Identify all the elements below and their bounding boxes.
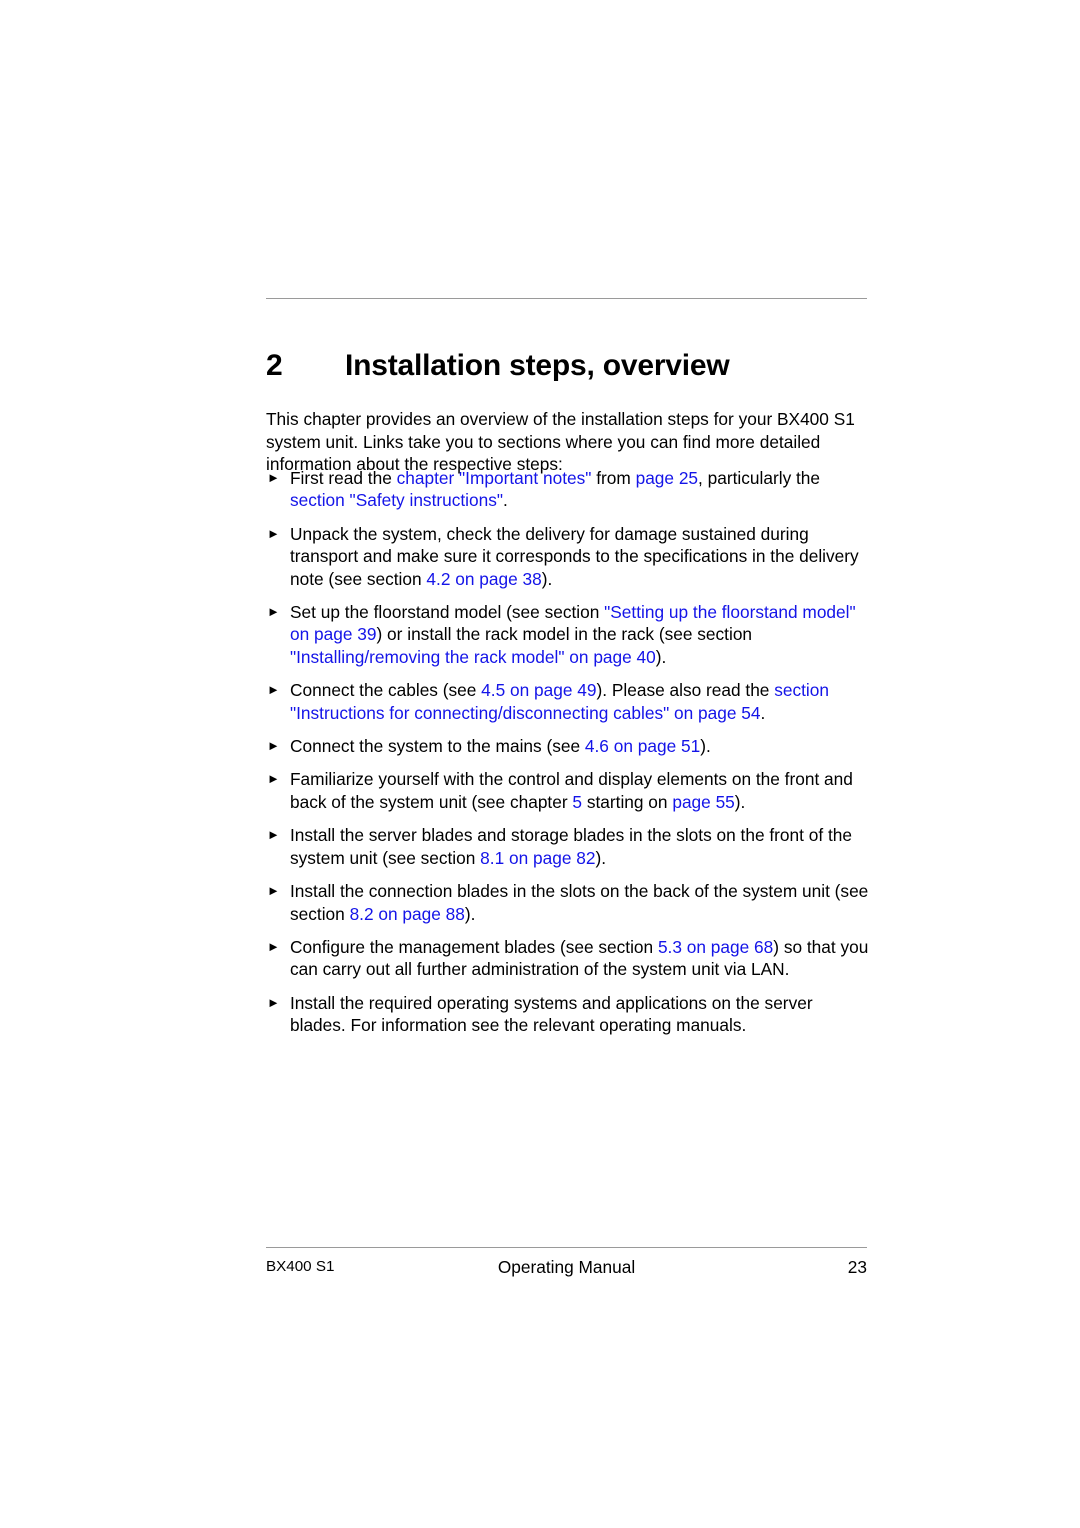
bullet-triangle-icon: ► <box>267 938 280 954</box>
list-item: ► Install the required operating systems … <box>266 992 871 1037</box>
step-text-run: starting on <box>582 791 673 812</box>
step-text-run: , particularly the <box>698 468 821 488</box>
cross-reference-link[interactable]: 4.6 on page 51 <box>585 736 700 756</box>
bullet-triangle-icon: ► <box>267 525 280 541</box>
step-setup-floorstand-or-rack: Set up the floorstand model (see section… <box>290 601 871 668</box>
step-unpack-system: Unpack the system, check the delivery fo… <box>290 523 871 590</box>
step-text-run: Configure the management blades (see sec… <box>290 936 658 957</box>
bullet-triangle-icon: ► <box>267 827 280 843</box>
step-text-run: ). <box>464 903 476 924</box>
step-text-run: . <box>503 490 508 511</box>
step-text-run: Install the required operating systems a… <box>290 992 813 1036</box>
list-item: ► Configure the management blades (see se… <box>266 936 871 981</box>
step-text-run: from <box>591 468 636 488</box>
cross-reference-link[interactable]: 5.3 on page 68 <box>658 937 773 957</box>
step-text-run: Connect the cables (see <box>290 680 482 701</box>
step-text-run: ). <box>541 568 553 589</box>
step-connect-mains: Connect the system to the mains (see 4.6… <box>290 735 871 757</box>
list-item: ► Unpack the system, check the delivery f… <box>266 523 871 590</box>
installation-steps-list: ► First read the chapter "Important notes… <box>266 467 871 1037</box>
bullet-triangle-icon: ► <box>267 470 280 485</box>
cross-reference-link[interactable]: 4.2 on page 38 <box>426 569 541 589</box>
step-install-server-storage-blades: Install the server blades and storage bl… <box>290 824 871 869</box>
footer-document-title: Operating Manual <box>497 1257 636 1277</box>
list-item: ► Set up the floorstand model (see sectio… <box>266 601 871 668</box>
cross-reference-link[interactable]: page 55 <box>672 792 734 812</box>
step-text-run: Unpack the system, check the delivery fo… <box>290 523 859 589</box>
step-important-notes: First read the chapter "Important notes"… <box>290 467 871 512</box>
cross-reference-link[interactable]: 8.2 on page 88 <box>350 904 465 924</box>
bullet-triangle-icon: ► <box>267 682 280 698</box>
bullet-triangle-icon: ► <box>267 994 280 1010</box>
step-text-run: ). Please also read the <box>596 680 775 701</box>
bullet-triangle-icon: ► <box>267 771 280 787</box>
step-text-run: ). <box>595 847 607 868</box>
step-text-run: ). <box>734 791 746 812</box>
cross-reference-link[interactable]: 4.5 on page 49 <box>481 680 596 700</box>
step-text-run: ) or install the rack model in the rack … <box>376 624 753 645</box>
document-page: 2 Installation steps, overview This chapt… <box>0 0 1080 1528</box>
cross-reference-link[interactable]: section "Safety instructions" <box>290 490 503 510</box>
page-title: 2 Installation steps, overview <box>266 348 867 384</box>
step-text-run: ). <box>700 736 711 757</box>
cross-reference-link[interactable]: chapter "Important notes" <box>397 468 592 488</box>
bullet-triangle-icon: ► <box>267 604 280 620</box>
step-configure-management-blades: Configure the management blades (see sec… <box>290 936 871 981</box>
bullet-triangle-icon: ► <box>267 883 280 899</box>
header-rule <box>266 298 867 299</box>
chapter-title: Installation steps, overview <box>345 349 730 383</box>
step-install-connection-blades: Install the connection blades in the slo… <box>290 880 871 925</box>
cross-reference-link[interactable]: page 25 <box>636 468 698 488</box>
step-familiarize-controls: Familiarize yourself with the control an… <box>290 768 871 813</box>
step-install-operating-systems: Install the required operating systems a… <box>290 992 871 1037</box>
step-connect-cables: Connect the cables (see 4.5 on page 49).… <box>290 679 871 724</box>
list-item: ► Connect the system to the mains (see 4.… <box>266 735 871 757</box>
footer-rule <box>266 1247 867 1248</box>
list-item: ► Install the server blades and storage b… <box>266 824 871 869</box>
chapter-number: 2 <box>266 349 283 383</box>
cross-reference-link[interactable]: "Installing/removing the rack model" on … <box>290 647 656 667</box>
list-item: ► Install the connection blades in the sl… <box>266 880 871 925</box>
step-text-run: . <box>760 702 766 723</box>
page-footer: BX400 S1 Operating Manual 23 <box>266 1255 867 1279</box>
step-text-run: First read the <box>290 468 397 488</box>
list-item: ► First read the chapter "Important notes… <box>266 467 871 512</box>
step-text-run: Set up the floorstand model (see section <box>290 602 605 623</box>
list-item: ► Connect the cables (see 4.5 on page 49)… <box>266 679 871 724</box>
bullet-triangle-icon: ► <box>267 738 280 754</box>
intro-paragraph: This chapter provides an overview of the… <box>266 409 855 475</box>
list-item: ► Familiarize yourself with the control a… <box>266 768 871 813</box>
step-text-run: ). <box>655 646 667 667</box>
cross-reference-link[interactable]: 5 <box>572 792 582 812</box>
step-text-run: Connect the system to the mains (see <box>290 736 585 757</box>
footer-page-number: 23 <box>847 1257 867 1277</box>
cross-reference-link[interactable]: 8.1 on page 82 <box>480 848 595 868</box>
